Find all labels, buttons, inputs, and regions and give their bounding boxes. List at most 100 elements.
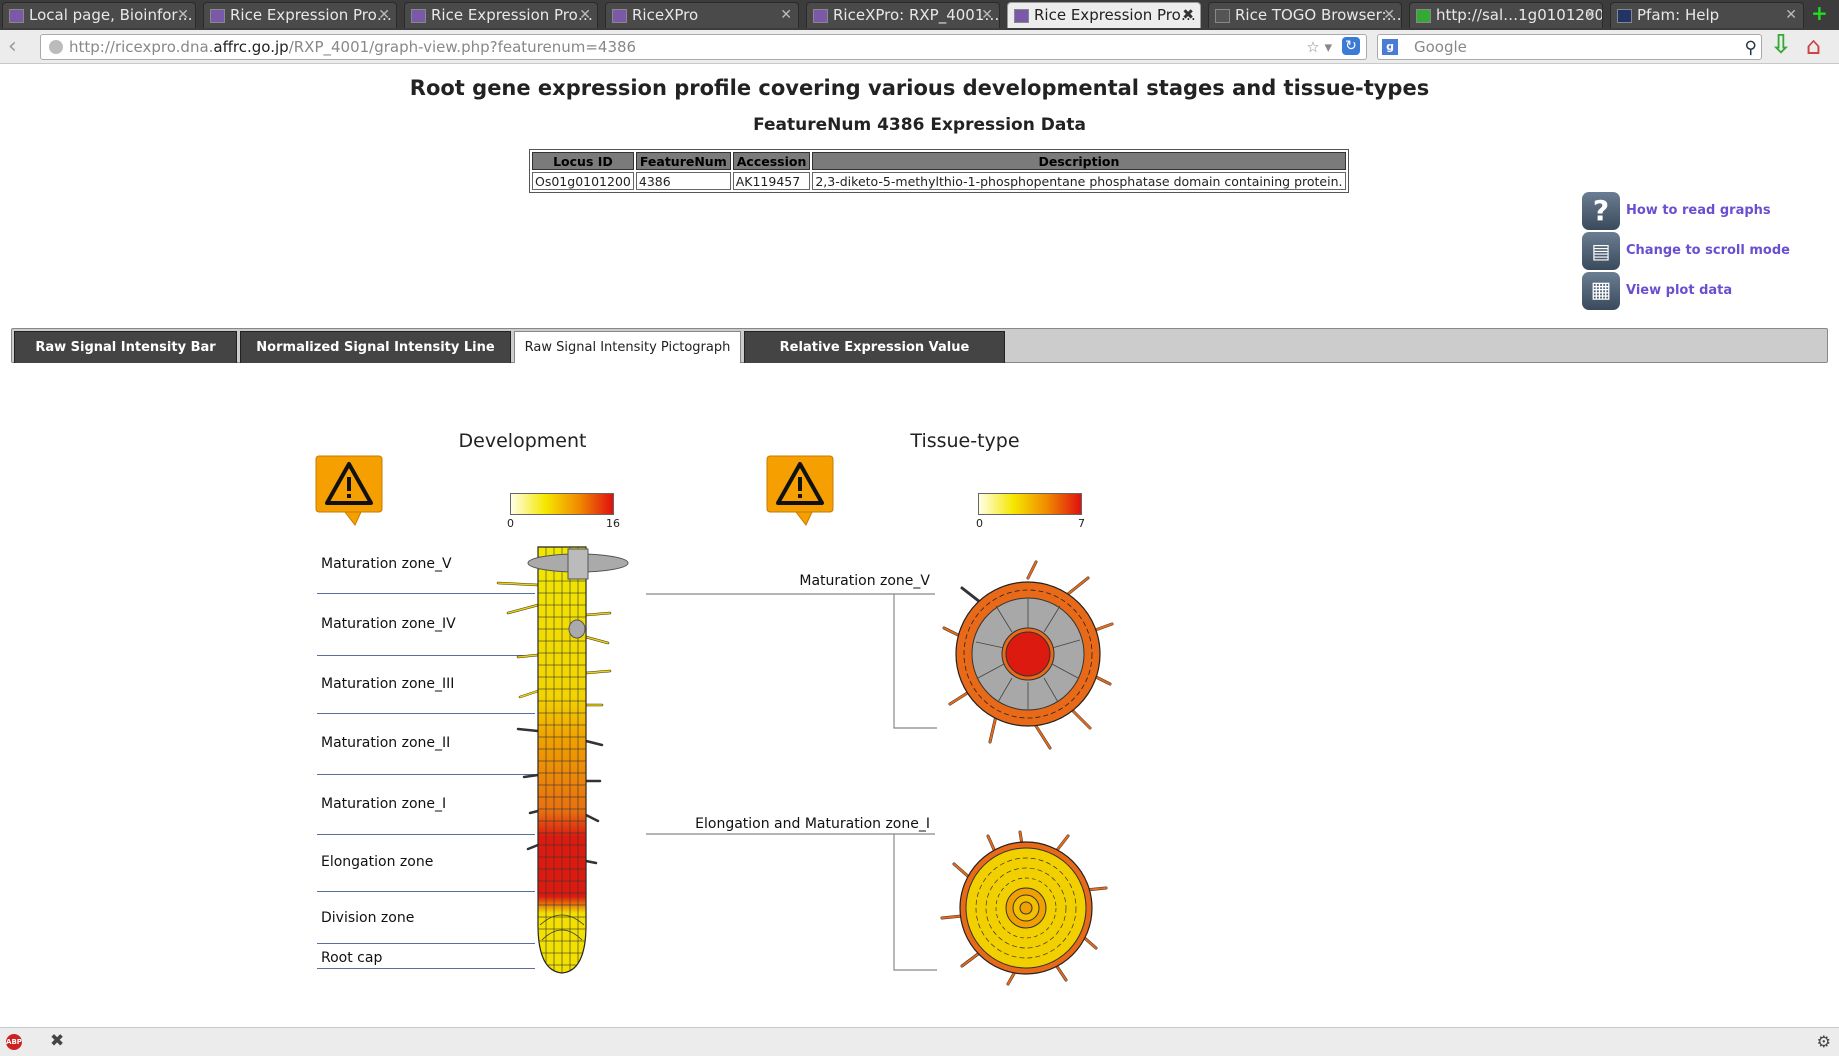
close-icon[interactable]: ✕ [1383,3,1395,28]
close-icon[interactable]: ✕ [378,3,390,28]
close-icon[interactable]: ✕ [579,3,591,28]
elongation-maturation-cross-section [940,830,1108,986]
tab-label: Pfam: Help [1637,6,1720,24]
tab-label: Rice TOGO Browser:… [1235,6,1402,24]
feature-info-table: Locus ID FeatureNum Accession Descriptio… [529,149,1349,193]
reload-icon[interactable]: ↻ [1342,37,1360,55]
scale-max: 7 [1078,517,1085,530]
browser-tab[interactable]: Local page, Bioinfor… ✕ [2,2,196,28]
zone-label: Maturation zone_IV [321,616,456,632]
zone-label: Division zone [321,910,415,926]
tab-relative-pictograph[interactable]: Relative Expression Value Pictograph [744,331,1005,387]
browser-status-bar: ABP ✖ ⚙ [0,1027,1839,1056]
page-icon [411,9,426,23]
adblock-icon[interactable]: ABP [6,1034,22,1050]
close-icon[interactable]: ✖ [1182,3,1194,28]
page-icon [813,9,828,23]
tab-normalized-line-graph[interactable]: Normalized Signal Intensity Line Graph [240,331,511,387]
settings-icon[interactable]: ⚙ [1817,1032,1831,1051]
page-icon [1215,9,1230,23]
browser-tab[interactable]: Rice Expression Pro… ✕ [203,2,397,28]
link-label: View plot data [1626,283,1733,298]
url-bar[interactable]: http://ricexpro.dna.affrc.go.jp/RXP_4001… [40,34,1367,60]
browser-tab[interactable]: RiceXPro: RXP_4001… ✕ [806,2,1000,28]
column-header: Locus ID [532,152,634,170]
tab-label: Rice Expression Pro… [230,6,392,24]
search-input[interactable]: g Google ⚲ [1377,34,1762,60]
url-path: /RXP_4001/graph-view.php?featurenum=4386 [288,38,637,56]
page-icon [1014,9,1029,23]
search-placeholder: Google [1414,38,1467,56]
color-scale [978,493,1082,515]
scroll-mode-link[interactable]: ▤ Change to scroll mode [1582,232,1822,270]
page-icon [210,9,225,23]
browser-tab[interactable]: Pfam: Help ✕ [1610,2,1804,28]
zone-label: Root cap [321,950,383,966]
search-icon[interactable]: ⚲ [1745,36,1757,60]
close-icon[interactable]: ✕ [1584,3,1596,28]
root-longitudinal-pictograph [496,546,629,974]
browser-tab[interactable]: RiceXPro ✕ [605,2,799,28]
column-header: Accession [732,152,811,170]
close-icon[interactable]: ✕ [780,3,792,28]
table-header-row: Locus ID FeatureNum Accession Descriptio… [532,152,1346,170]
description-cell: 2,3-diketo-5-methylthio-1-phosphopentane… [812,172,1346,190]
browser-toolbar: ‹ http://ricexpro.dna.affrc.go.jp/RXP_40… [0,30,1839,64]
tissue-type-title: Tissue-type [910,430,1020,452]
tissue-connector-lines [646,593,937,971]
maturation-zone-v-cross-section [942,560,1114,750]
close-icon[interactable]: ✕ [1785,3,1797,28]
zone-label: Elongation zone [321,854,434,870]
scale-min: 0 [507,517,514,530]
warning-icon[interactable] [315,455,383,527]
google-icon[interactable]: g [1382,39,1398,55]
warning-icon[interactable] [766,455,834,527]
globe-icon [49,40,63,54]
locus-id-cell: Os01g0101200 [532,172,634,190]
link-label: Change to scroll mode [1626,243,1790,258]
featurenum-cell: 4386 [635,172,731,190]
page-title: Root gene expression profile covering va… [409,76,1430,100]
question-icon: ? [1582,192,1620,230]
tab-raw-bar-graph[interactable]: Raw Signal Intensity Bar Graph [14,331,237,387]
view-plot-data-link[interactable]: ▦ View plot data [1582,272,1822,310]
browser-tab[interactable]: Rice TOGO Browser:… ✕ [1208,2,1402,28]
page-icon [612,9,627,23]
browser-tab[interactable]: Rice Expression Pro… ✕ [404,2,598,28]
url-prefix: http://ricexpro.dna. [69,38,214,56]
zone-label: Maturation zone_I [321,796,447,812]
download-icon[interactable]: ⇩ [1770,30,1792,60]
page-icon [1617,9,1632,23]
how-to-read-link[interactable]: ? How to read graphs [1582,192,1822,230]
tab-raw-pictograph[interactable]: Raw Signal Intensity Pictograph [514,331,741,363]
browser-tab-active[interactable]: Rice Expression Pro… ✖ [1007,2,1201,28]
tissue-zone-label: Maturation zone_V [799,573,930,589]
page-icon [1416,9,1431,23]
new-tab-icon[interactable]: + [1811,3,1831,24]
accession-cell: AK119457 [732,172,811,190]
back-icon[interactable]: ‹ [8,34,17,59]
close-icon[interactable]: ✖ [50,1031,64,1051]
graph-tabs: Raw Signal Intensity Bar Graph Normalize… [11,328,1828,387]
link-label: How to read graphs [1626,203,1771,218]
tab-label: http://sal…1g0101200 [1436,6,1603,24]
table-icon: ▦ [1582,272,1620,310]
close-icon[interactable]: ✕ [981,3,993,28]
development-title: Development [458,430,587,452]
browser-tab-strip: Local page, Bioinfor… ✕ Rice Expression P… [0,0,1839,30]
home-icon[interactable]: ⌂ [1806,32,1821,60]
scale-max: 16 [606,517,620,530]
bookmark-star-icon[interactable]: ☆ ▾ [1306,35,1332,59]
tab-label: Rice Expression Pro… [431,6,593,24]
column-header: FeatureNum [635,152,731,170]
close-icon[interactable]: ✕ [177,3,189,28]
browser-tab[interactable]: http://sal…1g0101200 ✕ [1409,2,1603,28]
tab-label: Rice Expression Pro… [1034,6,1196,24]
page-subtitle: FeatureNum 4386 Expression Data [753,115,1086,135]
page-icon [9,9,24,23]
zone-label: Maturation zone_III [321,676,455,692]
column-header: Description [812,152,1346,170]
zone-label: Maturation zone_II [321,735,451,751]
tab-label: Local page, Bioinfor… [29,6,193,24]
scale-min: 0 [976,517,983,530]
